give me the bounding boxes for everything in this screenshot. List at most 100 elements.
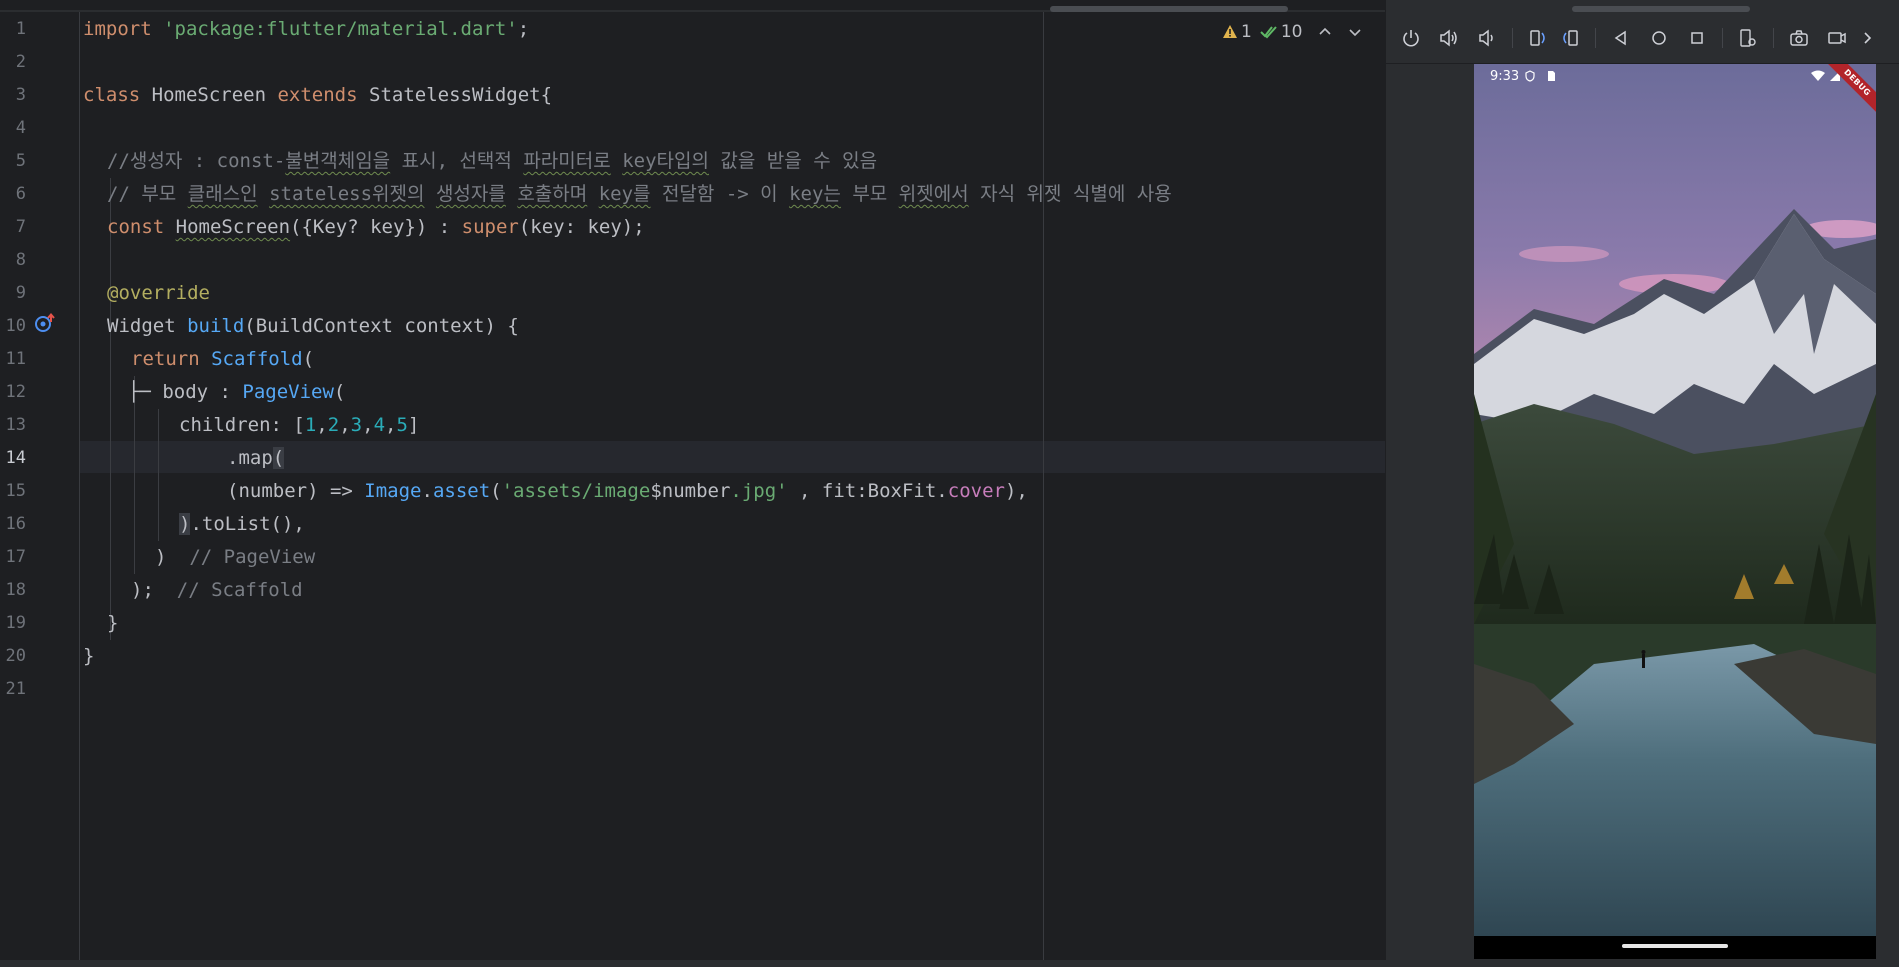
warnings-indicator[interactable]: 1 (1222, 22, 1252, 42)
line-number: 11 (5, 349, 26, 369)
parameters: ({Key? key}) : (290, 216, 462, 238)
line-number: 5 (15, 151, 26, 171)
emulator-toolbar (1386, 22, 1899, 54)
code-line-1: import 'package:flutter/material.dart'; (83, 13, 529, 46)
code-line-7: const HomeScreen({Key? key}) : super(key… (83, 211, 645, 244)
shield-icon (1525, 70, 1535, 82)
punctuation: , (362, 414, 374, 436)
overview-icon[interactable] (1684, 25, 1710, 51)
rotate-right-icon[interactable] (1557, 25, 1583, 51)
record-icon[interactable] (1824, 25, 1850, 51)
comment-text: // 부모 (107, 183, 188, 205)
code-line-9: @override (83, 277, 210, 310)
volume-up-icon[interactable] (1436, 25, 1462, 51)
home-indicator[interactable] (1622, 944, 1728, 948)
horizontal-scrollbar-thumb[interactable] (1050, 6, 1288, 12)
checks-indicator[interactable]: 10 (1260, 22, 1303, 42)
running-devices-panel: 9:33 DEBUG (1385, 0, 1899, 967)
punctuation: ), (1004, 480, 1028, 502)
interpolation: $number (650, 480, 731, 502)
matched-paren: ( (272, 447, 285, 469)
gutter-separator (79, 12, 80, 967)
keyword: const (107, 216, 165, 238)
punctuation: , (339, 414, 351, 436)
line-number: 2 (15, 52, 26, 72)
punctuation: ( (490, 480, 502, 502)
punctuation: ) (155, 546, 167, 568)
device-frame[interactable]: 9:33 DEBUG (1474, 64, 1876, 959)
rotate-left-icon[interactable] (1525, 25, 1551, 51)
string: 'assets/image (501, 480, 651, 502)
back-icon[interactable] (1608, 25, 1634, 51)
toolbar-separator (1595, 28, 1596, 48)
more-icon[interactable] (1854, 25, 1880, 51)
line-number: 15 (5, 481, 26, 501)
method-name: asset (432, 480, 491, 502)
home-icon[interactable] (1646, 25, 1672, 51)
chevron-up-icon[interactable] (1318, 25, 1332, 39)
line-number: 12 (5, 382, 26, 402)
tree-guide: ├─ (128, 381, 151, 403)
comment-text: 호출하며 (517, 183, 588, 205)
comment-text: 표시, 선택적 (390, 150, 524, 172)
comment-text (587, 183, 598, 205)
line-number: 20 (5, 646, 26, 666)
code-line-17: ) // PageView (83, 541, 315, 574)
comment-text (611, 150, 622, 172)
toolbar-separator (1773, 28, 1774, 48)
device-screen[interactable]: 9:33 DEBUG (1474, 64, 1876, 936)
code-line-15: (number) => Image.asset('assets/image$nu… (83, 475, 1028, 508)
override-method-icon[interactable] (34, 312, 55, 334)
punctuation: ( (333, 381, 346, 403)
type: Widget (107, 315, 188, 337)
line-number: 21 (5, 679, 26, 699)
class-ref: Scaffold (211, 348, 303, 370)
warning-icon (1222, 24, 1238, 40)
inspection-widget[interactable]: 1 10 (1222, 21, 1362, 43)
comment-text: 전달함 -> 이 (650, 183, 790, 205)
number: 1 (304, 414, 317, 436)
double-check-icon (1260, 24, 1278, 40)
comment-text (425, 183, 436, 205)
annotation: @override (107, 282, 210, 304)
number: 4 (373, 414, 386, 436)
string: 'package:flutter/material.dart' (163, 18, 518, 40)
string: .jpg' (730, 480, 788, 502)
check-count: 10 (1280, 22, 1303, 42)
line-number: 6 (15, 184, 26, 204)
keyword: return (131, 348, 200, 370)
comment-text: 자식 위젯 식별에 사용 (968, 183, 1172, 205)
volume-down-icon[interactable] (1474, 25, 1500, 51)
number: 3 (350, 414, 363, 436)
power-icon[interactable] (1398, 25, 1424, 51)
line-number: 3 (15, 85, 26, 105)
code-line-6-comment: // 부모 클래스인 stateless위젯의 생성자를 호출하며 key를 전… (83, 178, 1172, 211)
punctuation: ] (407, 414, 420, 436)
closing-label: // PageView (166, 546, 316, 568)
emulator-scrollbar-thumb[interactable] (1572, 6, 1750, 12)
keyword: extends (277, 84, 358, 106)
chevron-down-icon[interactable] (1348, 25, 1362, 39)
superclass: StatelessWidget{ (357, 84, 553, 106)
line-number: 17 (5, 547, 26, 567)
sim-icon (1547, 70, 1556, 82)
line-number: 19 (5, 613, 26, 633)
line-number-gutter[interactable]: 1 2 3 4 5 6 7 8 9 10 11 12 13 14 15 16 1… (0, 0, 80, 967)
named-arg: children: [ (179, 414, 305, 436)
settings-icon[interactable] (1735, 25, 1761, 51)
named-arg: body : (150, 381, 243, 403)
method-call: .toList(), (190, 513, 305, 535)
code-line-19: } (83, 607, 118, 640)
code-line-14: .map( (83, 442, 285, 475)
code-line-10: Widget build(BuildContext context) { (83, 310, 519, 343)
number: 2 (327, 414, 340, 436)
code-editor[interactable]: 1 2 3 4 5 6 7 8 9 10 11 12 13 14 15 16 1… (0, 0, 1385, 967)
comment-text: 파라미터로 (523, 150, 611, 172)
camera-icon[interactable] (1786, 25, 1812, 51)
comment-text (506, 183, 517, 205)
comment-text: //생성자 : const- (107, 150, 286, 172)
number: 5 (396, 414, 408, 436)
line-number: 18 (5, 580, 26, 600)
parameters: (BuildContext context) { (244, 315, 519, 337)
constructor-name: HomeScreen (175, 216, 291, 238)
